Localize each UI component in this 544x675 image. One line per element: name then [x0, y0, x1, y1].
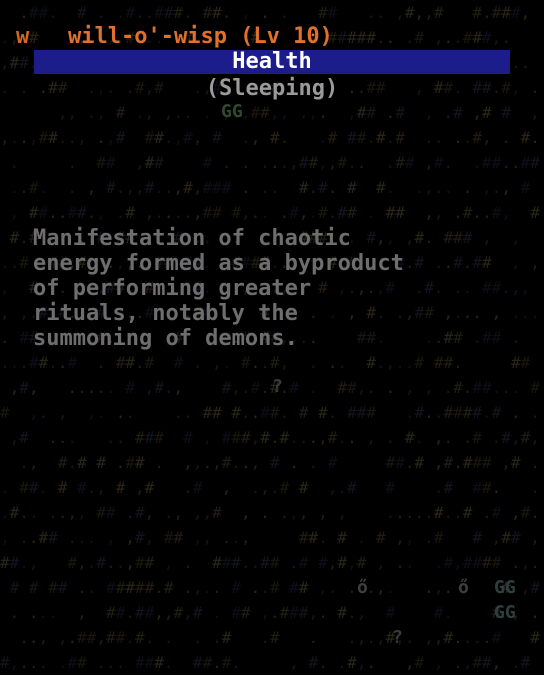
map-goblin-pair-right-1: GG	[494, 577, 516, 598]
description-line: Manifestation of chaotic	[33, 226, 351, 251]
monster-description: Manifestation of chaotic energy formed a…	[33, 226, 523, 351]
description-line: summoning of demons.	[33, 326, 298, 351]
map-unknown-item: ?	[272, 376, 283, 397]
health-label: Health	[232, 49, 312, 74]
monster-name-level: will-o'-wisp (Lv 10)	[68, 24, 333, 49]
monster-glyph: w	[16, 24, 30, 49]
map-goblin-pair-top: GG	[221, 101, 243, 122]
map-goblin-pair-right-2: GG	[494, 602, 516, 623]
health-bar: Health	[34, 50, 510, 74]
map-unknown-item-bottom: ?	[392, 627, 403, 648]
description-line: of performing greater	[33, 276, 312, 301]
map-potion-left: ő	[357, 577, 368, 598]
map-potion-right: ő	[458, 577, 469, 598]
description-line: rituals, notably the	[33, 301, 298, 326]
monster-status: (Sleeping)	[205, 76, 339, 101]
description-line: energy formed as a byproduct	[33, 251, 404, 276]
